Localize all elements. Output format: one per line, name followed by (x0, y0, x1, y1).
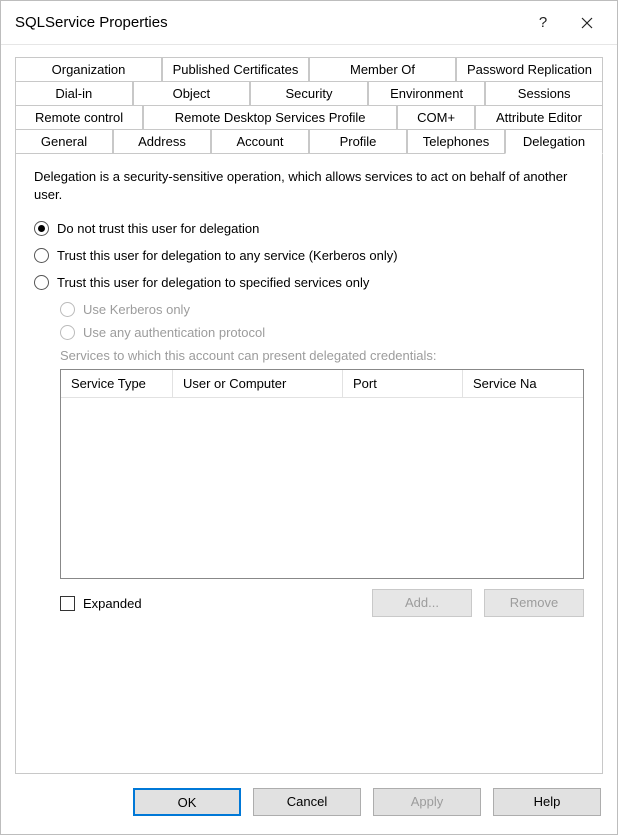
tabstrip: Organization Published Certificates Memb… (15, 57, 603, 153)
tab-dial-in[interactable]: Dial-in (15, 81, 133, 105)
window-title: SQLService Properties (15, 14, 521, 31)
remove-button: Remove (484, 589, 584, 617)
radio-label: Do not trust this user for delegation (57, 221, 259, 236)
tab-telephones[interactable]: Telephones (407, 129, 505, 154)
add-button: Add... (372, 589, 472, 617)
column-service-type[interactable]: Service Type (61, 370, 173, 397)
below-table-row: Expanded Add... Remove (60, 589, 584, 617)
tab-member-of[interactable]: Member Of (309, 57, 456, 81)
tab-com-plus[interactable]: COM+ (397, 105, 475, 129)
radio-kerberos-only: Use Kerberos only (60, 302, 584, 317)
services-table: Service Type User or Computer Port Servi… (60, 369, 584, 579)
tab-remote-desktop-profile[interactable]: Remote Desktop Services Profile (143, 105, 397, 129)
tab-environment[interactable]: Environment (368, 81, 486, 105)
radio-icon (60, 302, 75, 317)
table-header: Service Type User or Computer Port Servi… (61, 370, 583, 398)
column-user-or-computer[interactable]: User or Computer (173, 370, 343, 397)
expanded-checkbox[interactable] (60, 596, 75, 611)
radio-label: Trust this user for delegation to specif… (57, 275, 369, 290)
sub-options: Use Kerberos only Use any authentication… (60, 298, 584, 617)
radio-icon (34, 248, 49, 263)
ok-button[interactable]: OK (133, 788, 241, 816)
tab-security[interactable]: Security (250, 81, 368, 105)
radio-label: Use Kerberos only (83, 302, 190, 317)
tab-general[interactable]: General (15, 129, 113, 154)
dialog-footer: OK Cancel Apply Help (1, 774, 617, 834)
tab-remote-control[interactable]: Remote control (15, 105, 143, 129)
tab-delegation[interactable]: Delegation (505, 129, 603, 154)
cancel-button[interactable]: Cancel (253, 788, 361, 816)
services-caption: Services to which this account can prese… (60, 348, 584, 363)
radio-icon (34, 275, 49, 290)
help-icon[interactable]: ? (521, 3, 565, 43)
tab-published-certificates[interactable]: Published Certificates (162, 57, 309, 81)
properties-dialog: SQLService Properties ? Organization Pub… (0, 0, 618, 835)
column-port[interactable]: Port (343, 370, 463, 397)
tab-sessions[interactable]: Sessions (485, 81, 603, 105)
tab-object[interactable]: Object (133, 81, 251, 105)
tab-attribute-editor[interactable]: Attribute Editor (475, 105, 603, 129)
expanded-label: Expanded (83, 596, 142, 611)
tab-address[interactable]: Address (113, 129, 211, 154)
radio-icon (60, 325, 75, 340)
apply-button: Apply (373, 788, 481, 816)
tab-page-delegation: Delegation is a security-sensitive opera… (15, 153, 603, 774)
content-area: Organization Published Certificates Memb… (1, 45, 617, 774)
radio-icon (34, 221, 49, 236)
close-icon[interactable] (565, 3, 609, 43)
titlebar: SQLService Properties ? (1, 1, 617, 45)
radio-specified-services[interactable]: Trust this user for delegation to specif… (34, 275, 584, 290)
tab-password-replication[interactable]: Password Replication (456, 57, 603, 81)
help-button[interactable]: Help (493, 788, 601, 816)
radio-label: Trust this user for delegation to any se… (57, 248, 398, 263)
tab-organization[interactable]: Organization (15, 57, 162, 81)
radio-no-trust[interactable]: Do not trust this user for delegation (34, 221, 584, 236)
column-service-name[interactable]: Service Na (463, 370, 583, 397)
tab-account[interactable]: Account (211, 129, 309, 154)
radio-any-service[interactable]: Trust this user for delegation to any se… (34, 248, 584, 263)
delegation-description: Delegation is a security-sensitive opera… (34, 168, 584, 203)
radio-label: Use any authentication protocol (83, 325, 265, 340)
table-body (61, 398, 583, 578)
tab-profile[interactable]: Profile (309, 129, 407, 154)
radio-any-protocol: Use any authentication protocol (60, 325, 584, 340)
